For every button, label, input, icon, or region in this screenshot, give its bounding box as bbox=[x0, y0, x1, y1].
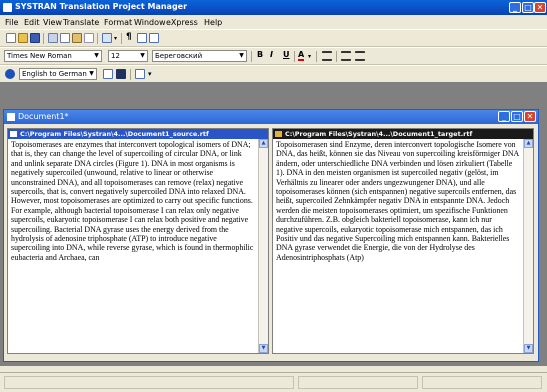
status-cell-extra bbox=[422, 376, 542, 389]
menu-translate[interactable]: Translate bbox=[63, 18, 99, 27]
formatting-toolbar: Times New Roman ▼ 12 ▼ Береговский ▼ B I… bbox=[0, 47, 547, 65]
scroll-down-icon[interactable]: ▼ bbox=[259, 344, 268, 353]
options-icon[interactable] bbox=[135, 69, 145, 79]
translate-icon[interactable] bbox=[5, 69, 15, 79]
doc-minimize-button[interactable]: _ bbox=[498, 111, 510, 122]
source-path: C:\Program Files\Systran\4...\Document1_… bbox=[20, 130, 209, 138]
language-toolbar: English to German ▼ ▾ bbox=[0, 65, 547, 83]
bullet-list-icon[interactable] bbox=[355, 51, 365, 61]
font-size-select[interactable]: 12 ▼ bbox=[108, 50, 148, 62]
doc-maximize-button[interactable]: □ bbox=[511, 111, 523, 122]
source-pane-header: C:\Program Files\Systran\4...\Document1_… bbox=[8, 129, 268, 139]
menu-window[interactable]: Window bbox=[134, 18, 166, 27]
sync-view-icon[interactable] bbox=[149, 33, 159, 43]
menu-help[interactable]: Help bbox=[204, 18, 222, 27]
numbered-list-icon[interactable] bbox=[341, 51, 351, 61]
menu-view[interactable]: View bbox=[43, 18, 62, 27]
chevron-down-icon[interactable]: ▾ bbox=[308, 53, 311, 60]
menu-edit[interactable]: Edit bbox=[24, 18, 40, 27]
menu-express[interactable]: eXpress bbox=[166, 18, 198, 27]
scroll-down-icon[interactable]: ▼ bbox=[524, 344, 533, 353]
status-bar bbox=[0, 372, 547, 392]
status-cell-main bbox=[4, 376, 294, 389]
app-icon bbox=[3, 3, 12, 12]
split-view-icon[interactable] bbox=[137, 33, 147, 43]
menu-file[interactable]: File bbox=[5, 18, 18, 27]
chevron-down-icon[interactable]: ▼ bbox=[237, 51, 246, 61]
view-icon[interactable] bbox=[102, 33, 112, 43]
copy-icon[interactable] bbox=[60, 33, 70, 43]
bold-button[interactable]: B bbox=[257, 50, 263, 59]
document-title-bar: Document1* _ □ ✕ bbox=[4, 110, 538, 124]
align-left-icon[interactable] bbox=[322, 51, 332, 61]
font-select[interactable]: Times New Roman ▼ bbox=[4, 50, 102, 62]
chevron-down-icon[interactable]: ▼ bbox=[92, 51, 101, 61]
paragraph-icon[interactable]: ¶ bbox=[126, 32, 132, 42]
font-select-value: Times New Roman bbox=[7, 52, 72, 60]
document-icon bbox=[7, 113, 15, 121]
font-color-button[interactable]: A bbox=[298, 50, 305, 61]
document-window: Document1* _ □ ✕ C:\Program Files\Systra… bbox=[3, 109, 539, 362]
document-icon bbox=[275, 131, 282, 137]
chevron-down-icon[interactable]: ▾ bbox=[114, 35, 117, 42]
find-icon[interactable] bbox=[84, 33, 94, 43]
new-icon[interactable] bbox=[6, 33, 16, 43]
standard-toolbar: ▾ ¶ bbox=[0, 29, 547, 47]
language-pair-select[interactable]: English to German ▼ bbox=[19, 68, 97, 80]
font-size-value: 12 bbox=[111, 52, 120, 60]
document-title: Document1* bbox=[18, 112, 69, 121]
status-cell-info bbox=[298, 376, 418, 389]
close-button[interactable]: ✕ bbox=[534, 2, 546, 13]
style-select[interactable]: Береговский ▼ bbox=[152, 50, 247, 62]
dictionary-icon[interactable] bbox=[103, 69, 113, 79]
maximize-button[interactable]: □ bbox=[522, 2, 534, 13]
cut-icon[interactable] bbox=[48, 33, 58, 43]
target-pane-header: C:\Program Files\Systran\4...\Document1_… bbox=[273, 129, 533, 139]
italic-button[interactable]: I bbox=[270, 50, 273, 59]
doc-close-button[interactable]: ✕ bbox=[524, 111, 536, 122]
target-scrollbar[interactable]: ▲ ▼ bbox=[523, 139, 533, 353]
document-icon bbox=[10, 131, 17, 137]
underline-button[interactable]: U bbox=[283, 50, 290, 59]
chevron-down-icon[interactable]: ▼ bbox=[87, 69, 96, 79]
language-pair-value: English to German bbox=[22, 70, 87, 78]
source-pane[interactable]: C:\Program Files\Systran\4...\Document1_… bbox=[7, 128, 269, 354]
target-path: C:\Program Files\Systran\4...\Document1_… bbox=[285, 130, 473, 138]
source-scrollbar[interactable]: ▲ ▼ bbox=[258, 139, 268, 353]
paste-icon[interactable] bbox=[72, 33, 82, 43]
save-icon[interactable] bbox=[30, 33, 40, 43]
dictionary-manager-icon[interactable] bbox=[116, 69, 126, 79]
title-bar: SYSTRAN Translation Project Manager _ □ … bbox=[0, 0, 547, 15]
window-title: SYSTRAN Translation Project Manager bbox=[15, 2, 188, 11]
target-pane[interactable]: C:\Program Files\Systran\4...\Document1_… bbox=[272, 128, 534, 354]
menu-bar: File Edit View Translate Format Window e… bbox=[0, 16, 547, 29]
open-icon[interactable] bbox=[18, 33, 28, 43]
scroll-up-icon[interactable]: ▲ bbox=[524, 139, 533, 148]
chevron-down-icon[interactable]: ▼ bbox=[138, 51, 147, 61]
target-text[interactable]: Topoisomerasen sind Enzyme, deren interc… bbox=[276, 140, 520, 352]
menu-format[interactable]: Format bbox=[104, 18, 132, 27]
scroll-up-icon[interactable]: ▲ bbox=[259, 139, 268, 148]
source-text[interactable]: Topoisomerases are enzymes that intercon… bbox=[11, 140, 255, 352]
chevron-down-icon[interactable]: ▾ bbox=[148, 70, 152, 78]
minimize-button[interactable]: _ bbox=[509, 2, 521, 13]
style-select-value: Береговский bbox=[155, 52, 203, 60]
